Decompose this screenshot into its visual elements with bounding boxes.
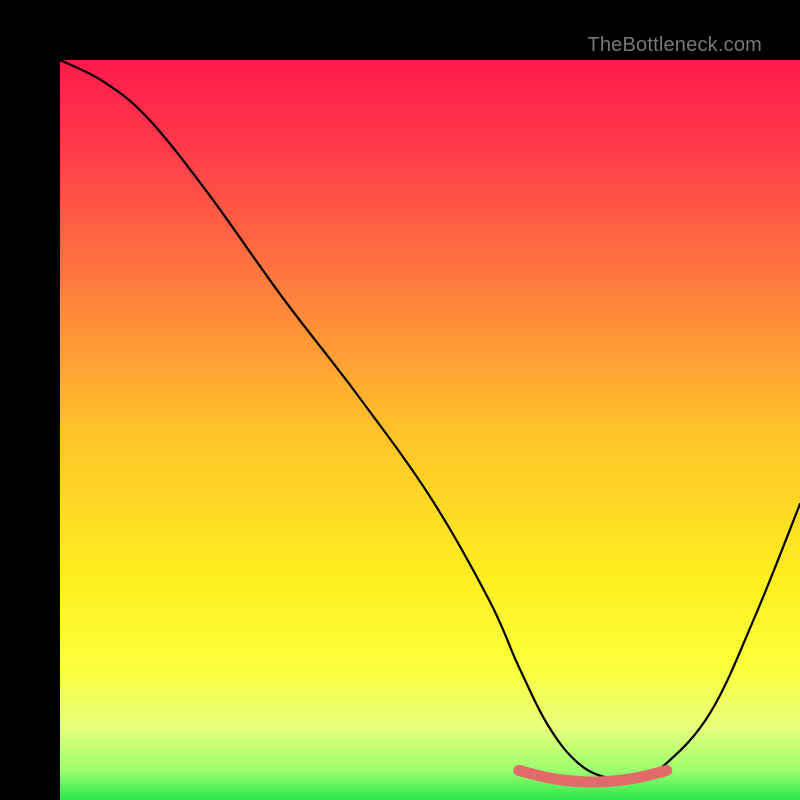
curve-layer — [60, 60, 800, 800]
chart-frame: TheBottleneck.com — [0, 0, 800, 800]
plot-area — [60, 60, 800, 800]
bottleneck-curve — [60, 60, 800, 780]
watermark-text: TheBottleneck.com — [587, 34, 762, 57]
